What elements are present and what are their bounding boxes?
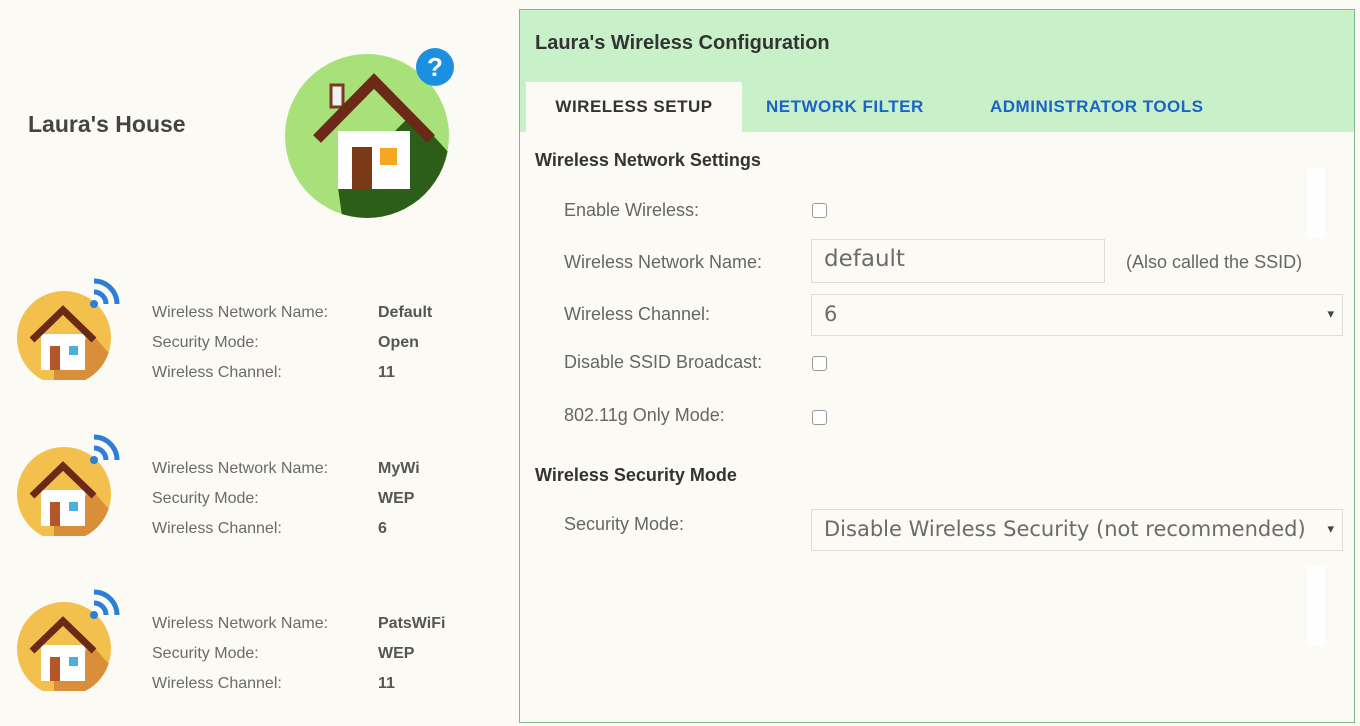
tab-network-filter[interactable]: NETWORK FILTER xyxy=(766,82,924,132)
disable-ssid-broadcast-checkbox[interactable] xyxy=(812,356,827,371)
network-entry: Wireless Network Name: Default Security … xyxy=(0,270,515,400)
network-name-label: Wireless Network Name: xyxy=(152,615,329,632)
wifi-house-icon xyxy=(17,434,120,536)
network-name-input[interactable]: default xyxy=(811,239,1105,283)
network-name-value: Default xyxy=(378,304,433,321)
disable-ssid-broadcast-label: Disable SSID Broadcast: xyxy=(564,352,763,372)
network-entry: Wireless Network Name: MyWi Security Mod… xyxy=(0,426,515,556)
wireless-channel-value: 11 xyxy=(378,364,395,381)
network-overview: Laura's House ? Wireless Network Name: D… xyxy=(0,0,515,726)
wireless-config-panel: Laura's Wireless Configuration WIRELESS … xyxy=(519,9,1355,723)
wifi-house-icon xyxy=(17,589,120,691)
wifi-house-icon xyxy=(17,278,120,380)
wireless-channel-label: Wireless Channel: xyxy=(564,304,711,324)
g-only-mode-label: 802.11g Only Mode: xyxy=(564,405,725,425)
chevron-down-icon: ▾ xyxy=(1327,307,1334,322)
network-name-label: Wireless Network Name: xyxy=(152,304,329,321)
wireless-channel-select[interactable]: 6 ▾ xyxy=(811,294,1343,336)
security-mode-value: WEP xyxy=(378,645,415,662)
enable-wireless-checkbox[interactable] xyxy=(812,203,827,218)
security-mode-value: Open xyxy=(378,334,419,351)
scrollbar-track[interactable] xyxy=(1307,566,1325,646)
security-mode-label: Security Mode: xyxy=(152,645,259,662)
section-title-security-mode: Wireless Security Mode xyxy=(535,465,737,485)
tab-wireless-setup[interactable]: WIRELESS SETUP xyxy=(526,82,742,132)
security-mode-value: Disable Wireless Security (not recommend… xyxy=(824,517,1306,541)
wireless-channel-value: 6 xyxy=(378,520,387,537)
house-title: Laura's House xyxy=(28,111,186,137)
panel-title: Laura's Wireless Configuration xyxy=(535,32,830,54)
panel-header: Laura's Wireless Configuration WIRELESS … xyxy=(520,10,1354,132)
security-mode-label: Security Mode: xyxy=(152,490,259,507)
g-only-mode-checkbox[interactable] xyxy=(812,410,827,425)
ssid-hint: (Also called the SSID) xyxy=(1126,252,1303,272)
security-mode-value: WEP xyxy=(378,490,415,507)
svg-text:?: ? xyxy=(427,52,443,82)
network-name-label: Wireless Network Name: xyxy=(564,252,763,272)
security-mode-select[interactable]: Disable Wireless Security (not recommend… xyxy=(811,509,1343,551)
network-name-label: Wireless Network Name: xyxy=(152,460,329,477)
section-title-network-settings: Wireless Network Settings xyxy=(535,150,761,170)
wireless-channel-value: 11 xyxy=(378,675,395,692)
scrollbar-track[interactable] xyxy=(1307,168,1325,238)
network-name-value: MyWi xyxy=(378,460,420,477)
wireless-channel-label: Wireless Channel: xyxy=(152,520,282,537)
wireless-channel-value: 6 xyxy=(824,302,838,326)
security-mode-label: Security Mode: xyxy=(152,334,259,351)
tab-administrator-tools[interactable]: ADMINISTRATOR TOOLS xyxy=(990,82,1204,132)
network-name-value: PatsWiFi xyxy=(378,615,446,632)
wireless-channel-label: Wireless Channel: xyxy=(152,364,282,381)
network-entry: Wireless Network Name: PatsWiFi Security… xyxy=(0,581,515,711)
security-mode-label: Security Mode: xyxy=(564,514,685,534)
enable-wireless-label: Enable Wireless: xyxy=(564,200,700,220)
chevron-down-icon: ▾ xyxy=(1327,522,1334,537)
question-mark-icon[interactable]: ? xyxy=(415,47,455,87)
wireless-channel-label: Wireless Channel: xyxy=(152,675,282,692)
